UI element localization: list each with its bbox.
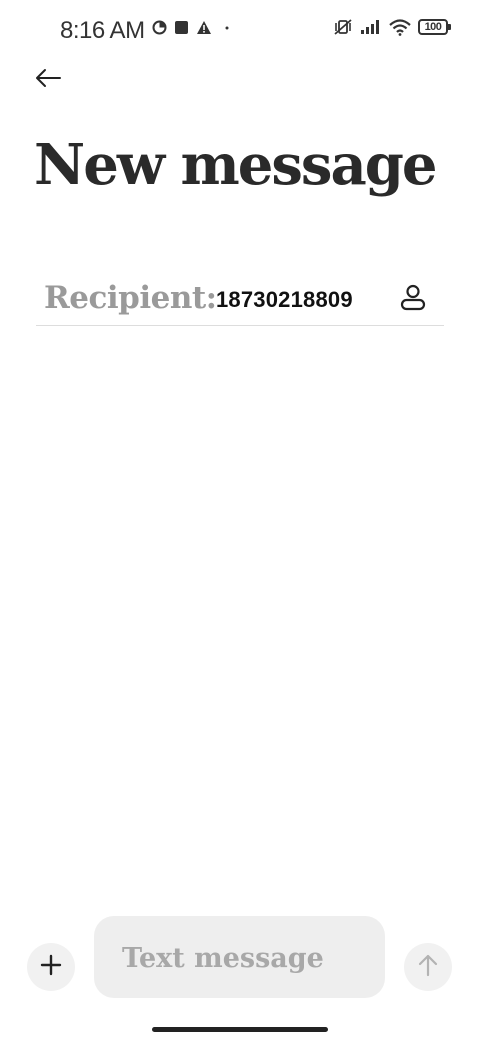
plus-icon (40, 954, 62, 981)
recipient-label: Recipient: (44, 280, 217, 316)
recipient-row: Recipient: (36, 276, 444, 326)
recipient-input[interactable] (216, 282, 392, 318)
contact-picker-button[interactable] (396, 282, 430, 316)
dot-icon (219, 20, 231, 35)
page-title: New message (34, 132, 438, 198)
add-attachment-button[interactable] (27, 943, 75, 991)
arrow-left-icon (34, 67, 62, 94)
battery-icon: 100 (418, 19, 451, 35)
warning-icon (196, 20, 212, 35)
square-notification-icon (174, 20, 189, 35)
person-icon (399, 283, 427, 316)
message-input[interactable] (122, 938, 372, 978)
signal-icon (360, 19, 382, 35)
back-button[interactable] (26, 62, 70, 98)
new-message-screen: 8:16 AM 100 New message Recipient: 18730… (0, 0, 480, 1040)
message-box (94, 916, 385, 998)
home-indicator[interactable] (152, 1027, 328, 1032)
data-saver-icon (152, 20, 167, 35)
status-left-icons (152, 20, 231, 35)
status-right-icons: 100 (333, 18, 451, 36)
mute-vibrate-icon (333, 18, 353, 36)
arrow-up-icon (417, 953, 439, 982)
status-bar: 8:16 AM 100 (0, 0, 480, 56)
wifi-icon (389, 18, 411, 36)
status-time: 8:16 AM (60, 17, 145, 44)
send-button[interactable] (404, 943, 452, 991)
